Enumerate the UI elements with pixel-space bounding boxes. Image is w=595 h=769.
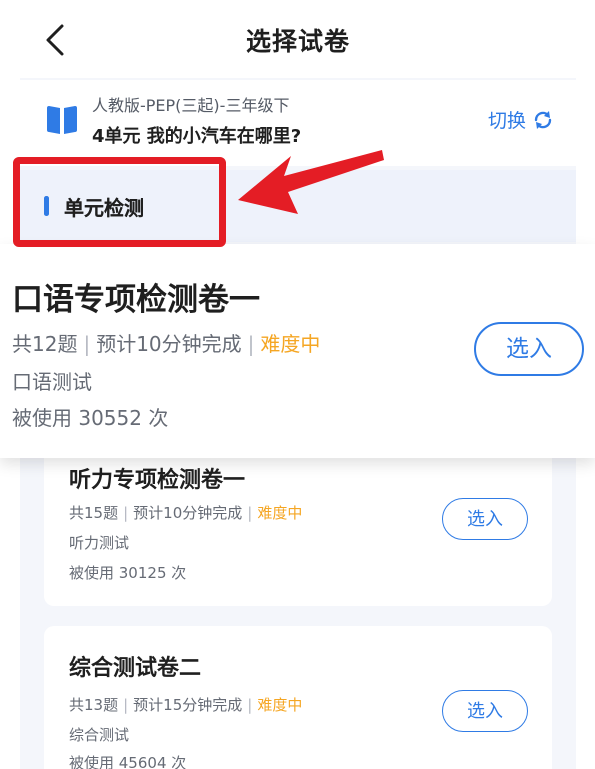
question-count: 共15题 xyxy=(69,504,119,522)
featured-paper-card[interactable]: 口语专项检测卷一 共12题 | 预计10分钟完成 | 难度中 口语测试 被使用 3055… xyxy=(0,244,595,458)
question-count: 共12题 xyxy=(12,332,78,356)
usage-count: 被使用 30125 次 xyxy=(69,564,187,582)
top-nav-bar: 选择试卷 xyxy=(20,0,576,78)
meta-divider: | xyxy=(247,504,253,522)
switch-unit-button[interactable]: 切换 xyxy=(488,106,554,133)
paper-meta: 共13题 | 预计15分钟完成 | 难度中 xyxy=(69,694,302,715)
estimated-time: 预计10分钟完成 xyxy=(96,332,242,356)
paper-card[interactable]: 综合测试卷二 共13题 | 预计15分钟完成 | 难度中 综合测试 被使用 45604 … xyxy=(44,626,552,769)
refresh-icon xyxy=(534,110,552,129)
book-icon xyxy=(47,106,77,134)
featured-usage-count: 被使用 30552 次 xyxy=(12,406,169,430)
estimated-time: 预计10分钟完成 xyxy=(133,504,243,522)
difficulty-label: 难度中 xyxy=(257,504,303,522)
highlight-section-label: 单元检测 xyxy=(64,196,144,220)
meta-divider: | xyxy=(123,504,129,522)
select-paper-button[interactable]: 选入 xyxy=(442,498,528,540)
paper-type: 综合测试 xyxy=(69,726,130,744)
red-arrow-icon xyxy=(238,150,384,214)
featured-paper-title: 口语专项检测卷一 xyxy=(12,282,260,318)
estimated-time: 预计15分钟完成 xyxy=(133,696,243,714)
featured-paper-type: 口语测试 xyxy=(12,370,92,394)
meta-divider: | xyxy=(247,696,253,714)
paper-title: 听力专项检测卷一 xyxy=(69,468,246,493)
textbook-edition: 人教版-PEP(三起)-三年级下 xyxy=(92,96,290,115)
paper-title: 综合测试卷二 xyxy=(69,656,202,681)
paper-type: 听力测试 xyxy=(69,534,130,552)
difficulty-label: 难度中 xyxy=(260,332,321,356)
highlight-accent-bar xyxy=(44,196,49,216)
page-title: 选择试卷 xyxy=(245,27,350,56)
difficulty-label: 难度中 xyxy=(257,696,303,714)
select-paper-button[interactable]: 选入 xyxy=(442,690,528,732)
paper-meta: 共15题 | 预计10分钟完成 | 难度中 xyxy=(69,502,302,523)
meta-divider: | xyxy=(247,332,255,356)
textbook-unit: 4单元 我的小汽车在哪里? xyxy=(92,126,302,147)
screen: 选择试卷 人教版-PEP(三起)-三年级下 4单元 我的小汽车在哪里? 切换 单… xyxy=(0,0,595,769)
featured-paper-meta: 共12题 | 预计10分钟完成 | 难度中 xyxy=(12,328,320,357)
meta-divider: | xyxy=(123,696,129,714)
featured-select-button[interactable]: 选入 xyxy=(474,322,584,376)
usage-count: 被使用 45604 次 xyxy=(69,754,187,769)
question-count: 共13题 xyxy=(69,696,119,714)
paper-card[interactable]: 听力专项检测卷一 共15题 | 预计10分钟完成 | 难度中 听力测试 被使用 3012… xyxy=(44,440,552,606)
switch-label: 切换 xyxy=(487,110,526,132)
meta-divider: | xyxy=(83,332,91,356)
